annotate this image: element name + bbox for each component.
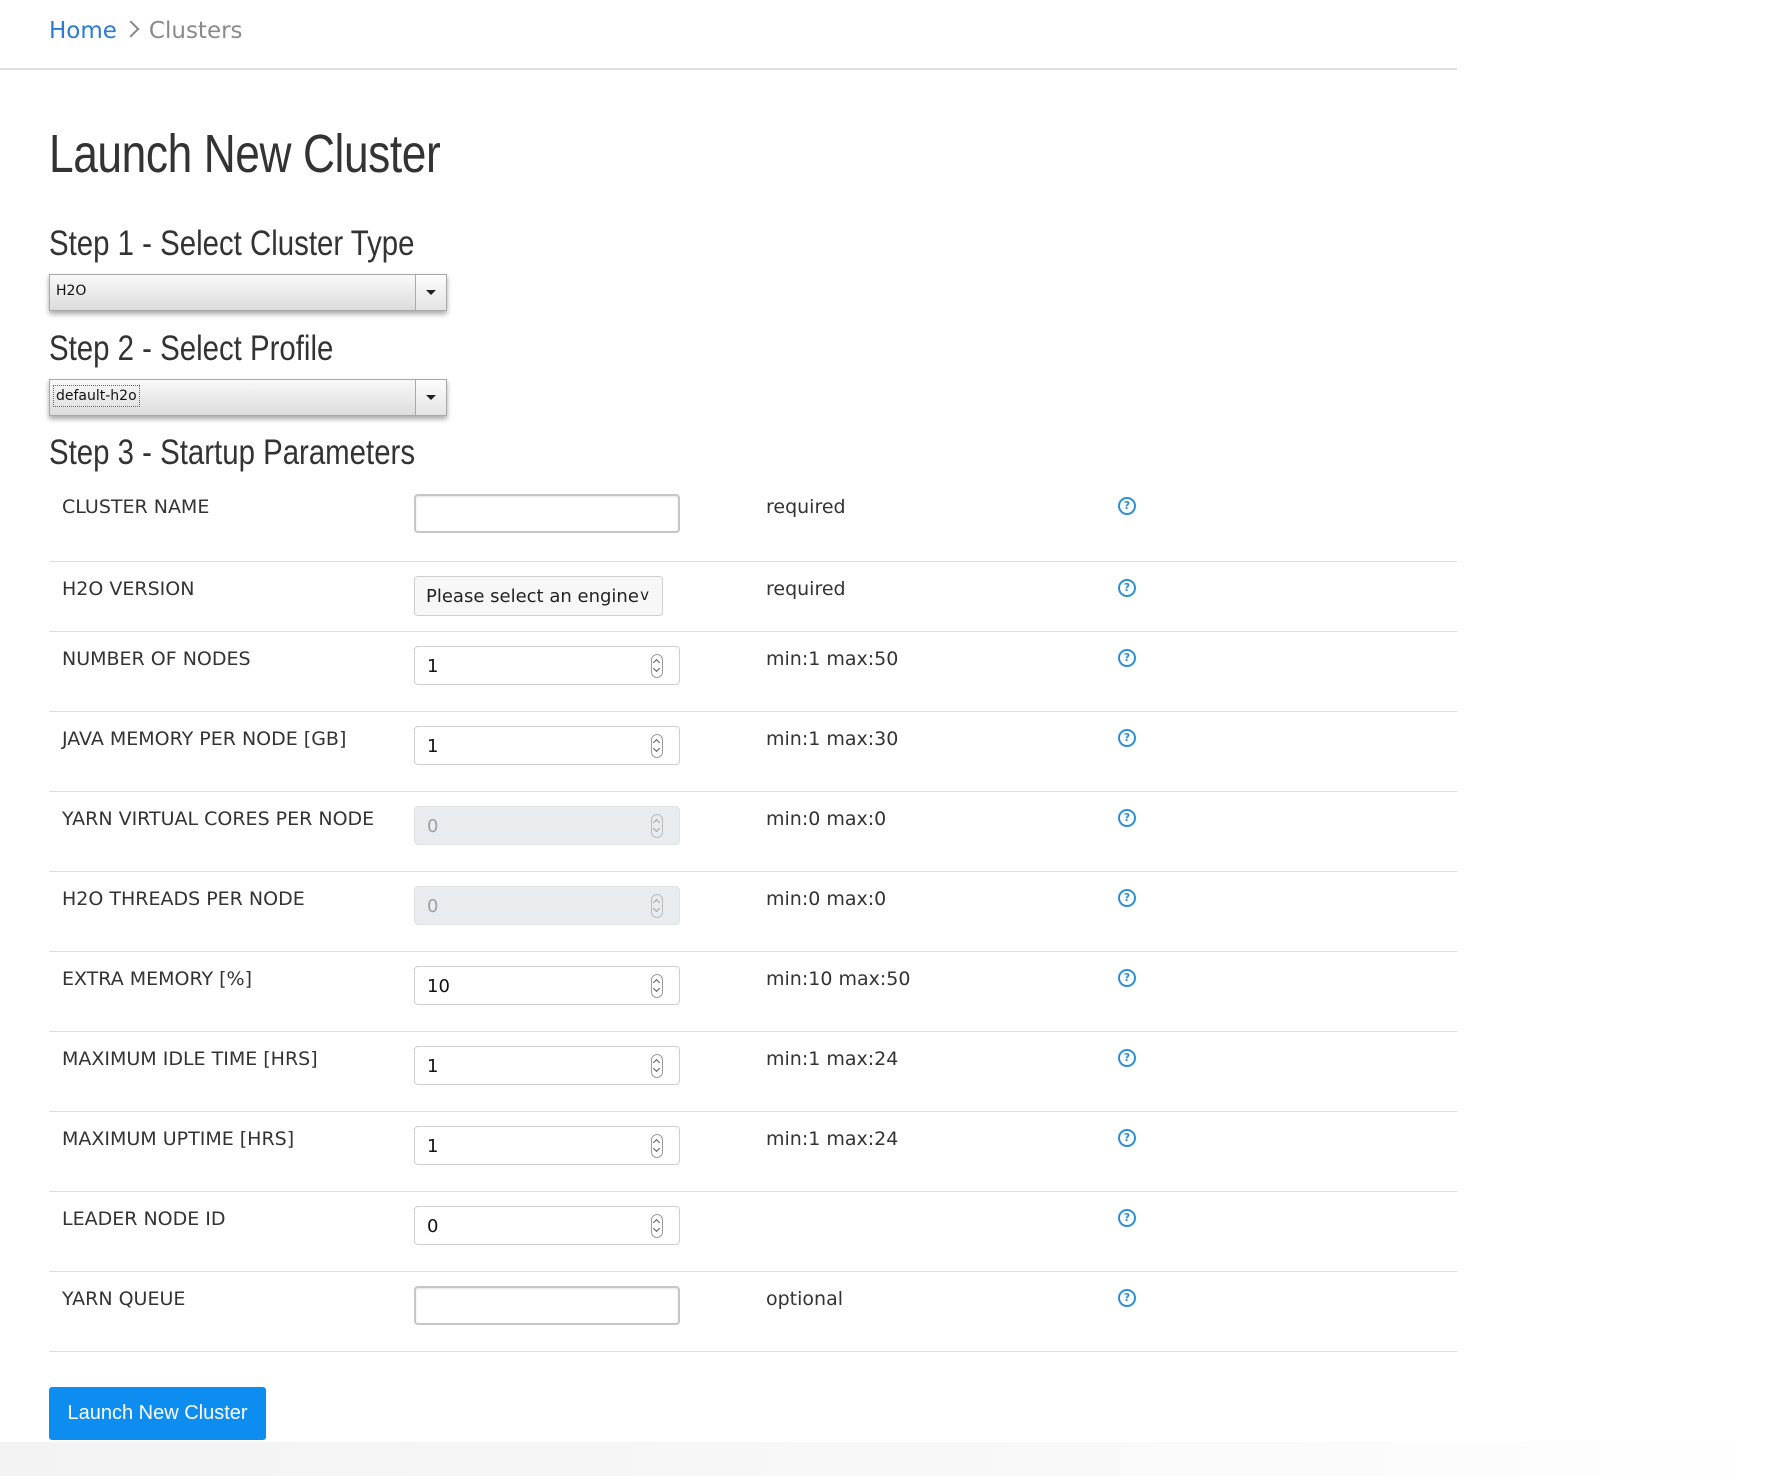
spinner-arrows-icon[interactable] (651, 1134, 663, 1158)
spinner-arrows-icon[interactable] (651, 1054, 663, 1078)
chevron-down-icon: v (640, 586, 649, 604)
number-value: 1 (427, 656, 439, 677)
param-row-max-uptime: MAXIMUM UPTIME [HRS] 1 min:1 max:24 ? (49, 1112, 1457, 1192)
param-label: EXTRA MEMORY [%] (62, 968, 253, 990)
number-value: 0 (427, 816, 439, 837)
param-row-cluster-name: CLUSTER NAME required ? (49, 480, 1457, 562)
number-of-nodes-input[interactable]: 1 (414, 646, 680, 685)
param-hint: optional (766, 1288, 844, 1310)
h2o-version-select[interactable]: Please select an engine v (414, 576, 663, 616)
help-circle-icon[interactable]: ? (1118, 649, 1136, 667)
chevron-right-icon (122, 20, 140, 38)
max-uptime-input[interactable]: 1 (414, 1126, 680, 1165)
param-hint: required (766, 578, 846, 600)
help-circle-icon[interactable]: ? (1118, 1049, 1136, 1067)
help-circle-icon[interactable]: ? (1118, 729, 1136, 747)
number-value: 0 (427, 896, 439, 917)
param-label: MAXIMUM IDLE TIME [HRS] (62, 1048, 318, 1070)
h2o-version-value: Please select an engine (426, 586, 639, 607)
param-row-number-of-nodes: NUMBER OF NODES 1 min:1 max:50 ? (49, 632, 1457, 712)
spinner-arrows-icon[interactable] (651, 654, 663, 678)
param-row-h2o-threads: H2O THREADS PER NODE 0 min:0 max:0 ? (49, 872, 1457, 952)
param-hint: min:1 max:50 (766, 648, 899, 670)
param-label: JAVA MEMORY PER NODE [GB] (62, 728, 347, 750)
param-label: NUMBER OF NODES (62, 648, 251, 670)
param-hint: min:10 max:50 (766, 968, 911, 990)
param-row-yarn-queue: YARN QUEUE optional ? (49, 1272, 1457, 1352)
java-memory-input[interactable]: 1 (414, 726, 680, 765)
launch-cluster-page: Home Clusters Launch New Cluster Step 1 -… (0, 0, 1780, 1476)
breadcrumb-home-link[interactable]: Home (49, 18, 117, 44)
help-circle-icon[interactable]: ? (1118, 1209, 1136, 1227)
leader-node-id-input[interactable]: 0 (414, 1206, 680, 1245)
breadcrumb-current: Clusters (148, 18, 243, 44)
cluster-name-input[interactable] (414, 494, 680, 533)
spinner-arrows-icon[interactable] (651, 974, 663, 998)
param-label: H2O VERSION (62, 578, 195, 600)
param-row-yarn-vcores: YARN VIRTUAL CORES PER NODE 0 min:0 max:… (49, 792, 1457, 872)
param-label: H2O THREADS PER NODE (62, 888, 305, 910)
param-hint: min:1 max:30 (766, 728, 899, 750)
spinner-arrows-icon (651, 814, 663, 838)
startup-parameters: CLUSTER NAME required ? H2O VERSION Plea… (49, 480, 1457, 1352)
param-label: CLUSTER NAME (62, 496, 210, 518)
spinner-arrows-icon (651, 894, 663, 918)
h2o-threads-input: 0 (414, 886, 680, 925)
param-row-h2o-version: H2O VERSION Please select an engine v re… (49, 562, 1457, 632)
profile-value: default-h2o (53, 385, 140, 407)
chevron-down-icon[interactable] (415, 275, 446, 310)
step2-heading: Step 2 - Select Profile (49, 329, 334, 368)
yarn-vcores-input: 0 (414, 806, 680, 845)
header-divider (0, 68, 1457, 70)
help-circle-icon[interactable]: ? (1118, 579, 1136, 597)
launch-new-cluster-button[interactable]: Launch New Cluster (49, 1387, 266, 1440)
step1-heading: Step 1 - Select Cluster Type (49, 224, 415, 263)
spinner-arrows-icon[interactable] (651, 1214, 663, 1238)
param-hint: min:0 max:0 (766, 808, 887, 830)
chevron-down-icon[interactable] (415, 380, 446, 415)
profile-select[interactable]: default-h2o (49, 379, 447, 416)
cluster-type-value: H2O (56, 283, 87, 299)
cluster-type-select[interactable]: H2O (49, 274, 447, 311)
max-idle-time-input[interactable]: 1 (414, 1046, 680, 1085)
help-circle-icon[interactable]: ? (1118, 1129, 1136, 1147)
param-label: MAXIMUM UPTIME [HRS] (62, 1128, 295, 1150)
number-value: 1 (427, 1056, 439, 1077)
extra-memory-input[interactable]: 10 (414, 966, 680, 1005)
param-hint: min:1 max:24 (766, 1128, 899, 1150)
param-hint: min:0 max:0 (766, 888, 887, 910)
number-value: 0 (427, 1216, 439, 1237)
step3-heading: Step 3 - Startup Parameters (49, 433, 416, 472)
help-circle-icon[interactable]: ? (1118, 809, 1136, 827)
param-row-extra-memory: EXTRA MEMORY [%] 10 min:10 max:50 ? (49, 952, 1457, 1032)
footer-band (0, 1442, 1780, 1476)
help-circle-icon[interactable]: ? (1118, 969, 1136, 987)
help-circle-icon[interactable]: ? (1118, 889, 1136, 907)
param-hint: required (766, 496, 846, 518)
breadcrumb: Home Clusters (49, 14, 243, 48)
help-circle-icon[interactable]: ? (1118, 1289, 1136, 1307)
number-value: 1 (427, 736, 439, 757)
param-hint: min:1 max:24 (766, 1048, 899, 1070)
spinner-arrows-icon[interactable] (651, 734, 663, 758)
help-circle-icon[interactable]: ? (1118, 497, 1136, 515)
param-label: YARN QUEUE (62, 1288, 186, 1310)
param-label: LEADER NODE ID (62, 1208, 226, 1230)
page-title: Launch New Cluster (49, 124, 441, 184)
param-row-leader-node-id: LEADER NODE ID 0 ? (49, 1192, 1457, 1272)
param-row-java-memory: JAVA MEMORY PER NODE [GB] 1 min:1 max:30… (49, 712, 1457, 792)
number-value: 10 (427, 976, 450, 997)
param-label: YARN VIRTUAL CORES PER NODE (62, 808, 375, 830)
yarn-queue-input[interactable] (414, 1286, 680, 1325)
number-value: 1 (427, 1136, 439, 1157)
param-row-max-idle-time: MAXIMUM IDLE TIME [HRS] 1 min:1 max:24 ? (49, 1032, 1457, 1112)
